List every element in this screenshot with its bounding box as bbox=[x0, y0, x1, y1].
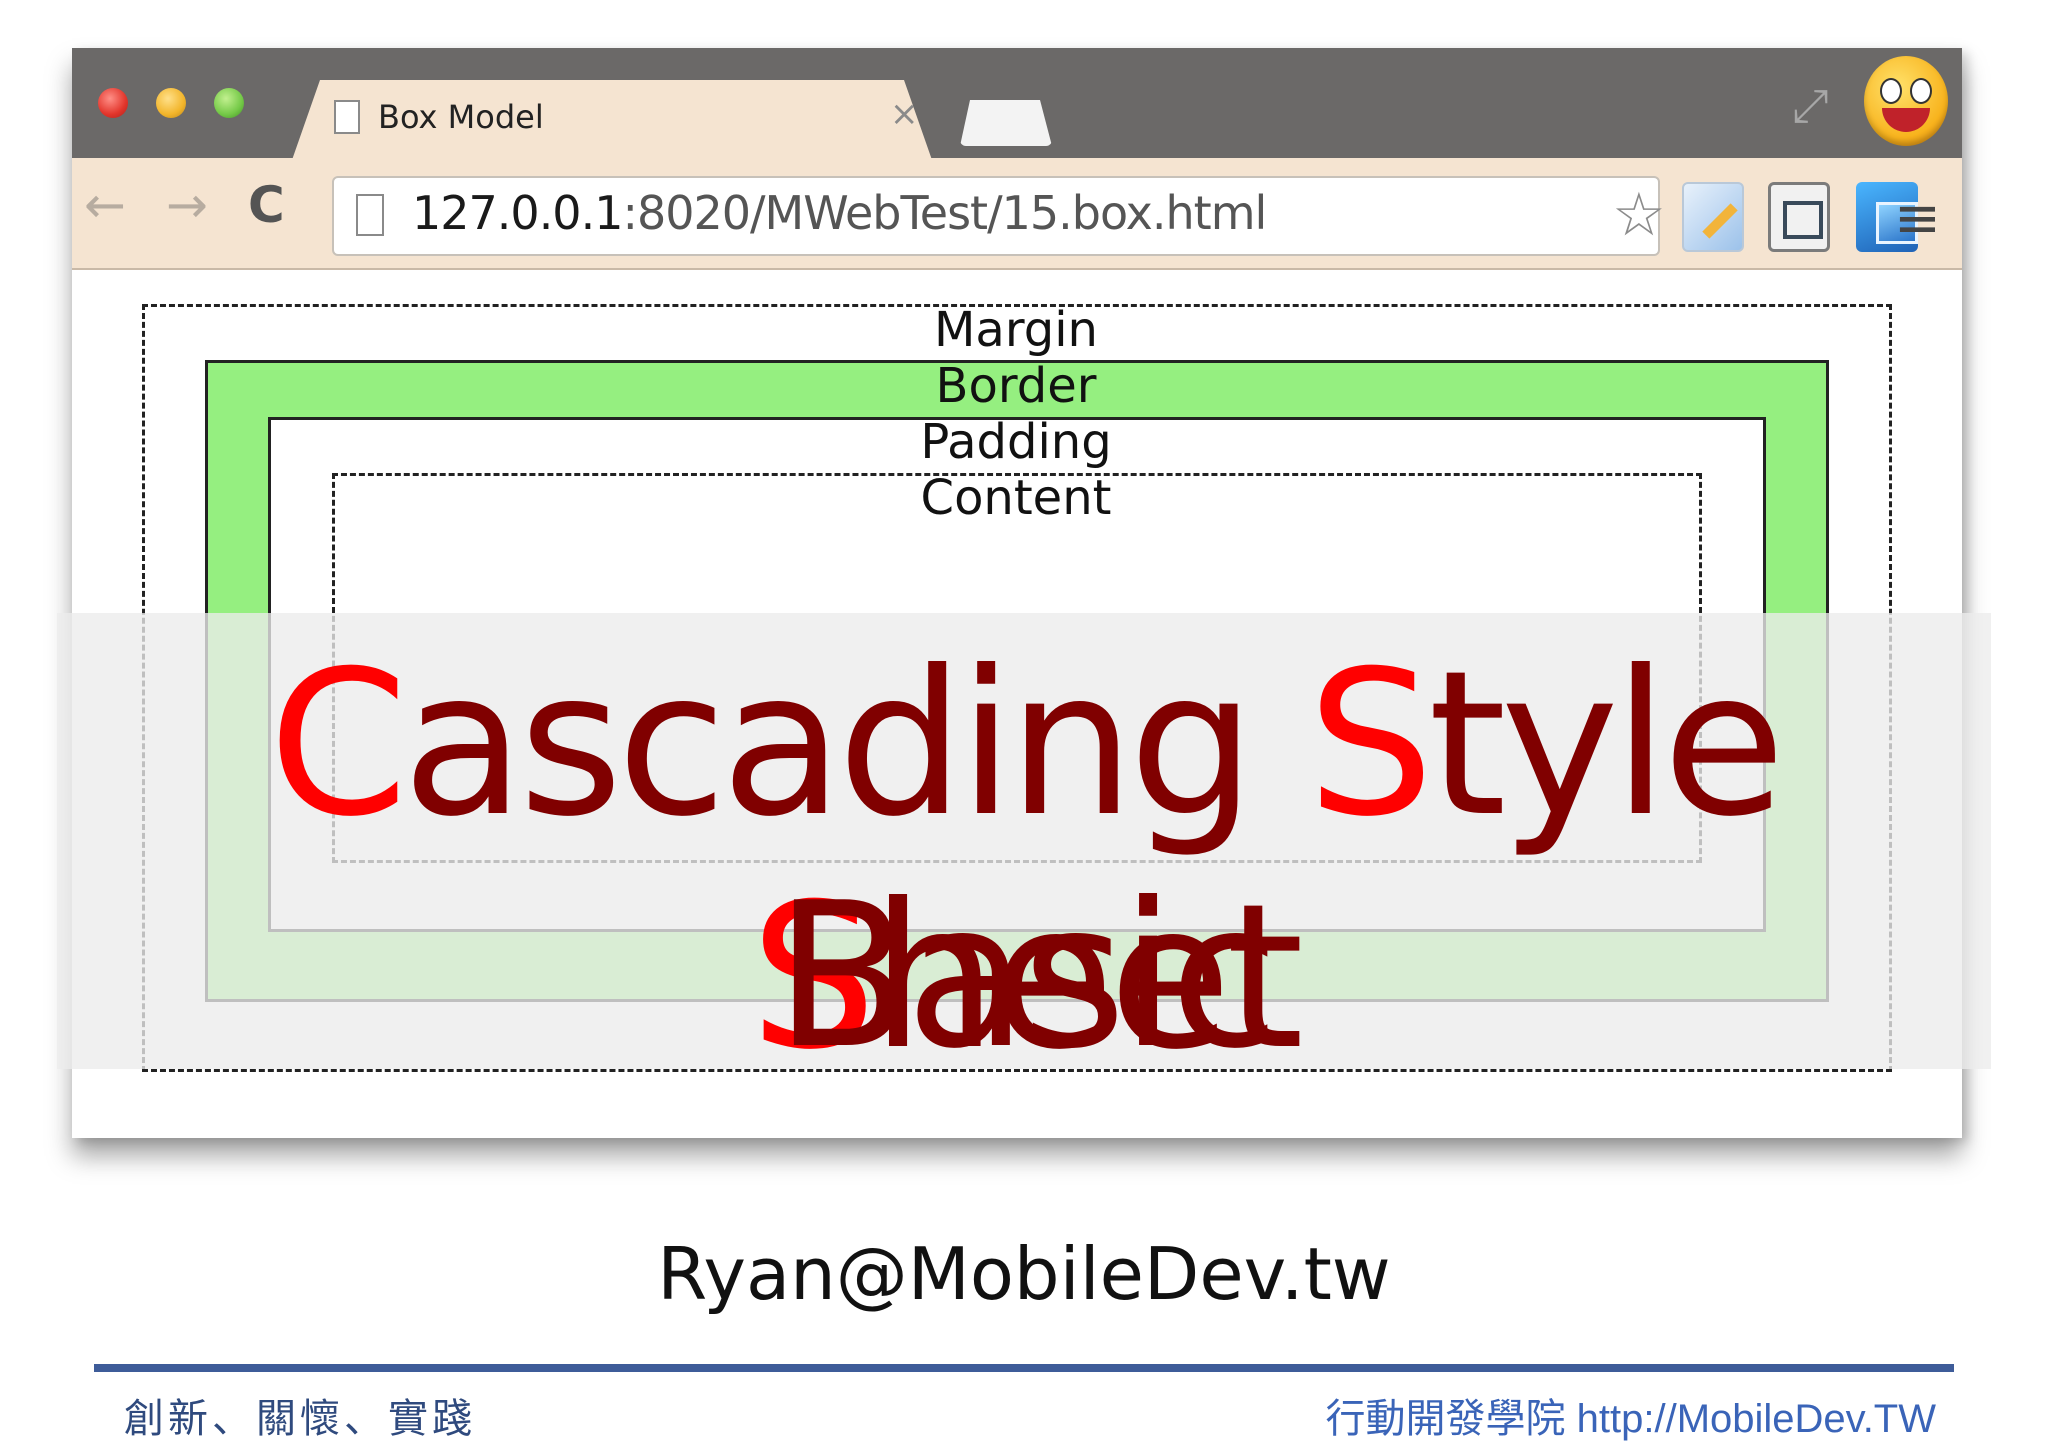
url-path: :8020/MWebTest/15.box.html bbox=[622, 186, 1267, 240]
zoom-window-button[interactable] bbox=[214, 88, 244, 118]
tab-title: Box Model bbox=[378, 98, 544, 136]
slide-subtitle: Basic bbox=[774, 860, 1280, 1093]
title-initial-c: C bbox=[268, 628, 408, 861]
margin-label: Margin bbox=[934, 302, 1098, 358]
url-page-icon bbox=[356, 194, 384, 236]
profile-avatar-icon[interactable] bbox=[1864, 56, 1948, 146]
reload-icon[interactable]: C bbox=[248, 176, 285, 234]
edit-extension-icon[interactable] bbox=[1682, 182, 1744, 252]
back-arrow-icon[interactable]: ← bbox=[84, 176, 126, 234]
title-word-ascading: ascading bbox=[402, 628, 1308, 861]
url-text[interactable]: 127.0.0.1:8020/MWebTest/15.box.html bbox=[412, 186, 1267, 240]
footer-motto: 創新、關懷、實踐 bbox=[124, 1396, 476, 1442]
forward-arrow-icon[interactable]: → bbox=[166, 176, 208, 234]
fullscreen-icon[interactable]: ⤢ bbox=[1792, 78, 1829, 134]
author-email: Ryan@MobileDev.tw bbox=[657, 1232, 1391, 1316]
bookmark-star-icon[interactable]: ☆ bbox=[1612, 180, 1666, 250]
title-word-tyle: tyle bbox=[1428, 628, 1785, 861]
footer-divider bbox=[94, 1364, 1954, 1372]
title-initial-s1: S bbox=[1307, 628, 1434, 861]
menu-icon[interactable]: ≡ bbox=[1894, 186, 1941, 251]
minimize-window-button[interactable] bbox=[156, 88, 186, 118]
page-icon bbox=[334, 100, 360, 134]
close-window-button[interactable] bbox=[98, 88, 128, 118]
tab-close-icon[interactable]: × bbox=[890, 94, 919, 134]
new-tab-button[interactable] bbox=[960, 100, 1052, 146]
screenshot-extension-icon[interactable] bbox=[1768, 182, 1830, 252]
border-label: Border bbox=[935, 358, 1097, 414]
footer-academy: 行動開發學院 http://MobileDev.TW bbox=[1325, 1397, 1936, 1441]
url-host: 127.0.0.1 bbox=[412, 186, 623, 240]
padding-label: Padding bbox=[920, 414, 1112, 470]
content-label: Content bbox=[920, 470, 1112, 526]
